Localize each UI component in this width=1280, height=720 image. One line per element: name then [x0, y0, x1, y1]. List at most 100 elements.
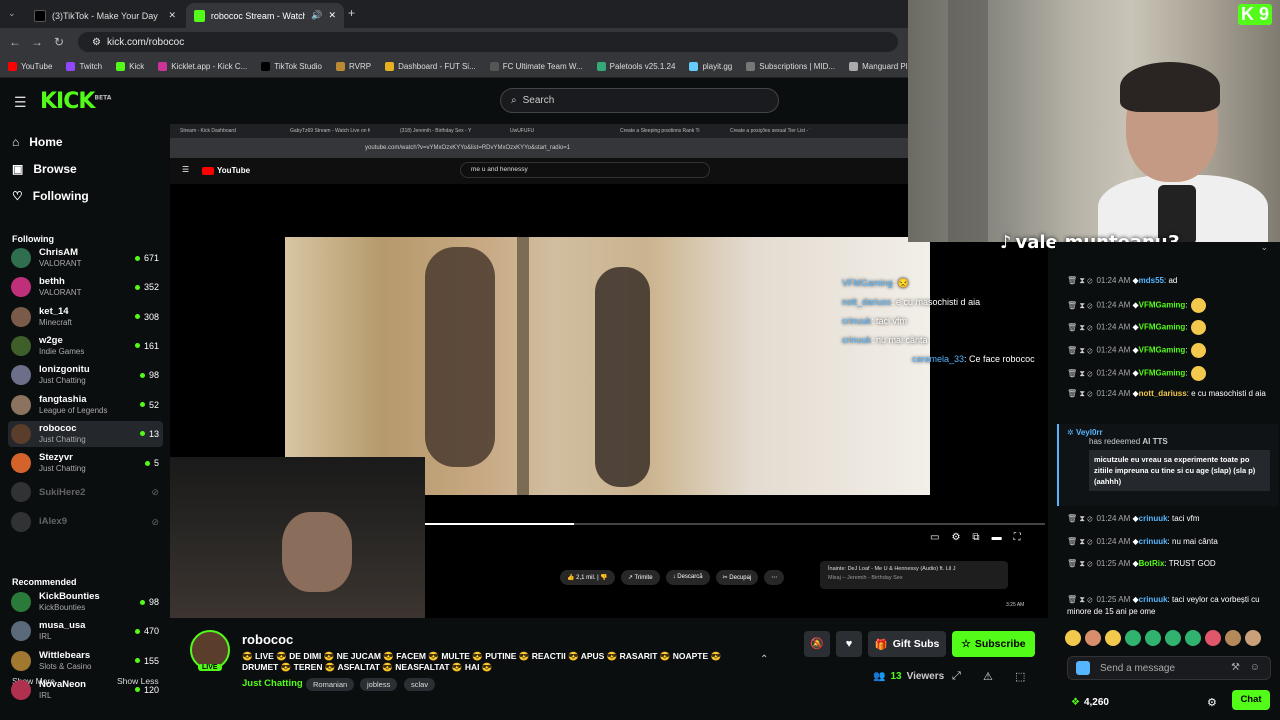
sidebar-channel[interactable]: Stezyvr Just Chatting 5	[8, 450, 163, 476]
bookmark[interactable]: Subscriptions | MID...	[746, 62, 835, 71]
bookmark[interactable]: Manguard Plus	[849, 62, 908, 71]
subtitles-icon[interactable]: ▭	[930, 532, 939, 543]
tab-search-icon[interactable]: ⌄	[8, 8, 16, 19]
back-icon[interactable]: ←	[4, 35, 26, 49]
tab-tiktok[interactable]: (3)TikTok - Make Your Day ✕	[26, 3, 184, 28]
sidebar-channel[interactable]: bethh VALORANT 352	[8, 274, 163, 300]
sidebar-channel[interactable]: KickBounties KickBounties 98	[8, 589, 163, 615]
subscribe-button[interactable]: ☆ Subscribe	[952, 631, 1035, 657]
collapse-chevron-icon[interactable]: ⌃	[760, 654, 768, 665]
sidebar-channel[interactable]: fangtashia League of Legends 52	[8, 392, 163, 418]
bookmark[interactable]: RVRP	[336, 62, 371, 71]
bookmark[interactable]: Dashboard - FUT Si...	[385, 62, 476, 71]
sidebar-channel[interactable]: robococ Just Chatting 13	[8, 420, 163, 447]
mod-action-icons[interactable]: 🗑 ⧗ ⊘	[1067, 537, 1092, 546]
emote-icon[interactable]	[1145, 630, 1161, 646]
emote-icon[interactable]	[1125, 630, 1141, 646]
site-info-icon[interactable]: ⚙	[92, 37, 101, 48]
tab-kick[interactable]: robococ Stream - Watch Liv 🔊 ✕	[186, 3, 344, 28]
follow-heart-button[interactable]: ♥	[836, 631, 862, 657]
sidebar-channel[interactable]: SukiHere2 ⊘	[8, 479, 163, 505]
bookmark[interactable]: Kicklet.app - Kick C...	[158, 62, 247, 71]
close-icon[interactable]: ✕	[168, 10, 176, 21]
sidebar-channel[interactable]: Wittlebears Slots & Casino 155	[8, 648, 163, 674]
kick-logo[interactable]: KICKBETA	[40, 89, 111, 114]
notifications-off-button[interactable]: 🔕	[804, 631, 830, 657]
sidebar-channel[interactable]: lonizgonitu Just Chatting 98	[8, 362, 163, 388]
fullscreen-icon[interactable]: ⛶	[1014, 532, 1021, 543]
bookmark[interactable]: Paletools v25.1.24	[596, 62, 675, 71]
sidebar-channel[interactable]: iAlex9 ⊘	[8, 509, 163, 535]
bookmark[interactable]: playit.gg	[689, 62, 732, 71]
bookmark[interactable]: Twitch	[66, 62, 102, 71]
chat-username[interactable]: crinuuk	[1139, 537, 1168, 546]
video-progress-bar[interactable]	[425, 523, 1045, 525]
mod-action-icons[interactable]: 🗑 ⧗ ⊘	[1067, 559, 1092, 568]
chevron-down-icon[interactable]: ⌄	[1260, 242, 1268, 253]
forward-icon[interactable]: →	[26, 35, 48, 49]
chat-username[interactable]: VFMGaming	[1139, 301, 1186, 310]
close-icon[interactable]: ✕	[328, 10, 336, 21]
emote-icon[interactable]	[1165, 630, 1181, 646]
mod-action-icons[interactable]: 🗑 ⧗ ⊘	[1067, 301, 1092, 310]
sidebar-item-browse[interactable]: ▣ Browse	[12, 162, 77, 176]
tag[interactable]: Romanian	[306, 678, 355, 691]
search-input[interactable]: ⌕ Search	[500, 88, 779, 113]
reload-icon[interactable]: ↻	[48, 35, 70, 49]
bookmark[interactable]: TikTok Studio	[261, 62, 322, 71]
mod-action-icons[interactable]: 🗑 ⧗ ⊘	[1067, 595, 1092, 604]
url-field[interactable]: ⚙ kick.com/robococ	[78, 32, 898, 52]
sidebar-channel[interactable]: ket_14 Minecraft 308	[8, 304, 163, 330]
emote-icon[interactable]	[1085, 630, 1101, 646]
emote-icon[interactable]	[1105, 630, 1121, 646]
mod-action-icons[interactable]: 🗑 ⧗ ⊘	[1067, 346, 1092, 355]
chat-input[interactable]: Send a message ⚒ ☺	[1067, 656, 1271, 680]
mod-action-icons[interactable]: 🗑 ⧗ ⊘	[1067, 369, 1092, 378]
bookmark[interactable]: FC Ultimate Team W...	[489, 62, 583, 71]
bookmark[interactable]: Kick	[116, 62, 144, 71]
settings-icon[interactable]: ⚙	[951, 532, 960, 543]
points-count[interactable]: 4,260	[1084, 697, 1109, 708]
send-chat-button[interactable]: Chat	[1232, 690, 1270, 710]
mod-action-icons[interactable]: 🗑 ⧗ ⊘	[1067, 276, 1092, 285]
menu-icon[interactable]: ☰	[14, 94, 27, 111]
emoji-icon[interactable]: ☺	[1250, 662, 1260, 673]
chat-username[interactable]: nott_dariuss	[1139, 389, 1187, 398]
sidebar-channel[interactable]: ChrisAM VALORANT 671	[8, 245, 163, 271]
chat-identity-icon[interactable]	[1076, 661, 1090, 675]
emote-icon[interactable]	[1205, 630, 1221, 646]
profile-card-icon[interactable]: ⬚	[1015, 670, 1025, 683]
chat-username[interactable]: VFMGaming	[1139, 369, 1186, 378]
gift-subs-button[interactable]: 🎁 Gift Subs	[868, 631, 946, 657]
category-link[interactable]: Just Chatting	[242, 678, 303, 689]
streamer-name[interactable]: robococ	[242, 632, 293, 647]
emote-icon[interactable]	[1245, 630, 1261, 646]
emote-icon[interactable]	[1065, 630, 1081, 646]
chat-username[interactable]: mds55	[1139, 276, 1164, 285]
theater-icon[interactable]: ▬	[992, 532, 1002, 543]
report-icon[interactable]: ⚠	[983, 670, 993, 683]
mod-action-icons[interactable]: 🗑 ⧗ ⊘	[1067, 389, 1092, 398]
chat-username[interactable]: VFMGaming	[1139, 346, 1186, 355]
mod-action-icons[interactable]: 🗑 ⧗ ⊘	[1067, 514, 1092, 523]
sidebar-channel[interactable]: musa_usa IRL 470	[8, 618, 163, 644]
emote-icon[interactable]	[1225, 630, 1241, 646]
chat-username[interactable]: VFMGaming	[1139, 323, 1186, 332]
miniplayer-icon[interactable]: ⧉	[972, 532, 979, 543]
mod-action-icons[interactable]: 🗑 ⧗ ⊘	[1067, 323, 1092, 332]
share-icon[interactable]: ⤢	[952, 670, 961, 683]
new-tab-button[interactable]: +	[348, 6, 355, 20]
redeem-user[interactable]: Veyl0rr	[1076, 428, 1103, 437]
speaker-icon[interactable]: 🔊	[311, 10, 322, 21]
sidebar-channel[interactable]: NovaNeon IRL 120	[8, 677, 163, 703]
mod-tools-icon[interactable]: ⚒	[1231, 662, 1240, 673]
emote-icon[interactable]	[1185, 630, 1201, 646]
tag[interactable]: jobless	[360, 678, 398, 691]
tag[interactable]: sclav	[404, 678, 436, 691]
chat-username[interactable]: crinuuk	[1139, 595, 1168, 604]
sidebar-item-home[interactable]: ⌂ Home	[12, 135, 63, 149]
sidebar-item-following[interactable]: ♡ Following	[12, 189, 89, 203]
chat-username[interactable]: crinuuk	[1139, 514, 1168, 523]
sidebar-channel[interactable]: w2ge Indie Games 161	[8, 333, 163, 359]
bookmark[interactable]: YouTube	[8, 62, 52, 71]
